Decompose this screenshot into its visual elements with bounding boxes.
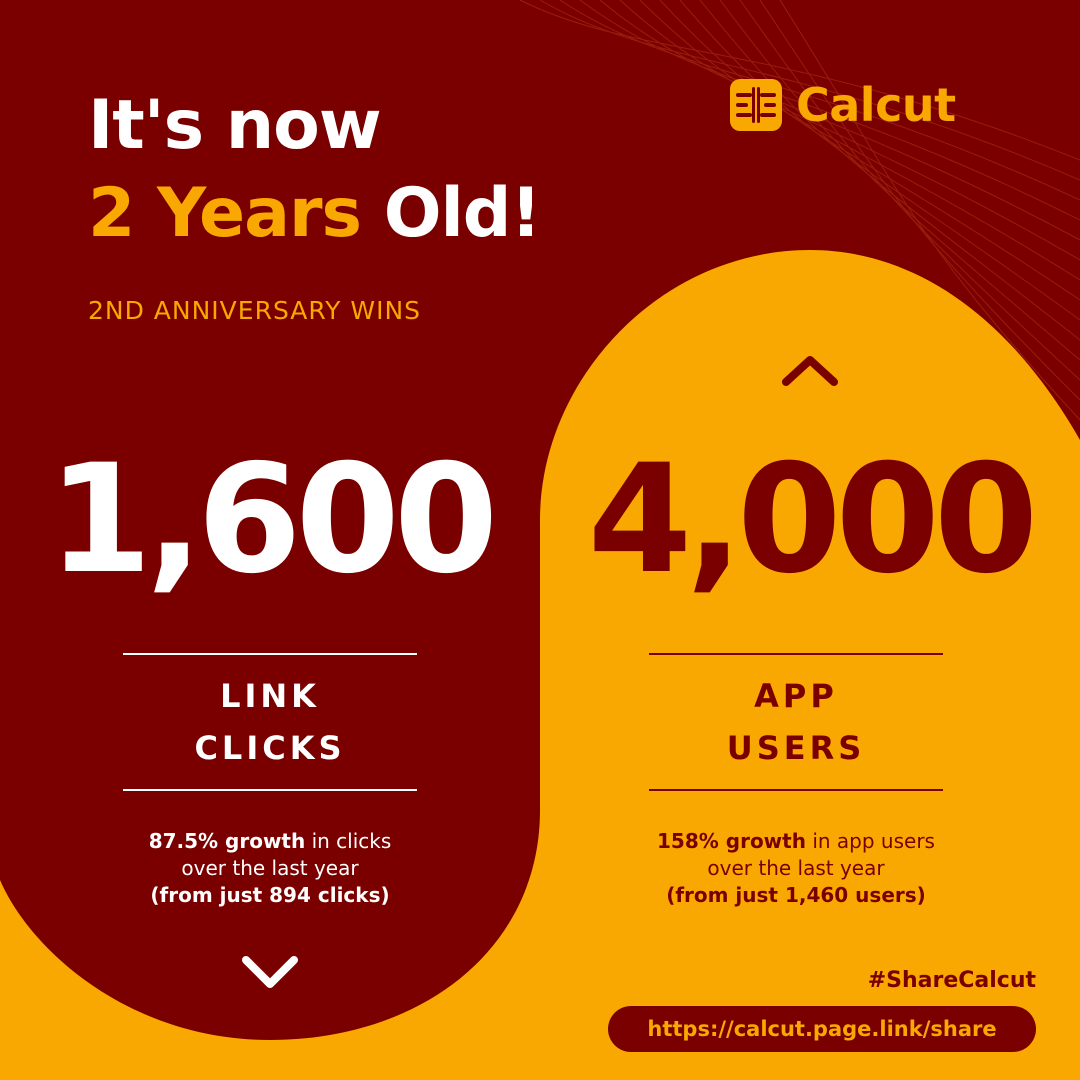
desc-text: in clicks (305, 829, 392, 853)
share-url[interactable]: https://calcut.page.link/share (647, 1017, 996, 1041)
app-users-label-line-2: USERS (726, 729, 866, 767)
hashtag[interactable]: #ShareCalcut (800, 968, 1036, 993)
headline-highlight: 2 Years (88, 174, 362, 253)
desc-line-1: 158% growth in app users (596, 828, 996, 855)
divider (123, 789, 417, 791)
desc-line-2: over the last year (707, 856, 885, 880)
share-link-button[interactable]: https://calcut.page.link/share (608, 1006, 1036, 1052)
brand-logo: Calcut (730, 78, 956, 132)
desc-line-3: (from just 1,460 users) (596, 882, 996, 909)
app-users-value: 4,000 (587, 433, 1038, 607)
headline-line-1: It's now (88, 86, 382, 165)
link-clicks-label-line-1: LINK (220, 677, 320, 715)
desc-line-2: over the last year (181, 856, 359, 880)
desc-growth: 87.5% growth (148, 829, 306, 853)
app-users-label-line-1: APP (754, 677, 838, 715)
link-clicks-description: 87.5% growth in clicks over the last yea… (70, 828, 470, 909)
chevron-up-icon (782, 356, 838, 386)
link-clicks-label-line-2: CLICKS (194, 729, 346, 767)
desc-from: (from just 894 clicks) (150, 883, 390, 907)
app-users-description: 158% growth in app users over the last y… (596, 828, 996, 909)
desc-line-3: (from just 894 clicks) (70, 882, 470, 909)
divider (649, 653, 943, 655)
desc-text: in app users (805, 829, 935, 853)
desc-growth: 158% growth (657, 829, 806, 853)
desc-line-1: 87.5% growth in clicks (70, 828, 470, 855)
desc-from: (from just 1,460 users) (666, 883, 926, 907)
headline-rest: Old! (361, 174, 542, 253)
subtitle: 2ND ANNIVERSARY WINS (88, 296, 422, 325)
headline-line-2: 2 Years Old! (88, 180, 542, 248)
divider (123, 653, 417, 655)
chevron-down-icon (242, 956, 298, 988)
divider (649, 789, 943, 791)
brand-name: Calcut (796, 78, 956, 132)
link-clicks-value: 1,600 (47, 433, 498, 607)
calcut-logo-icon (730, 79, 782, 131)
